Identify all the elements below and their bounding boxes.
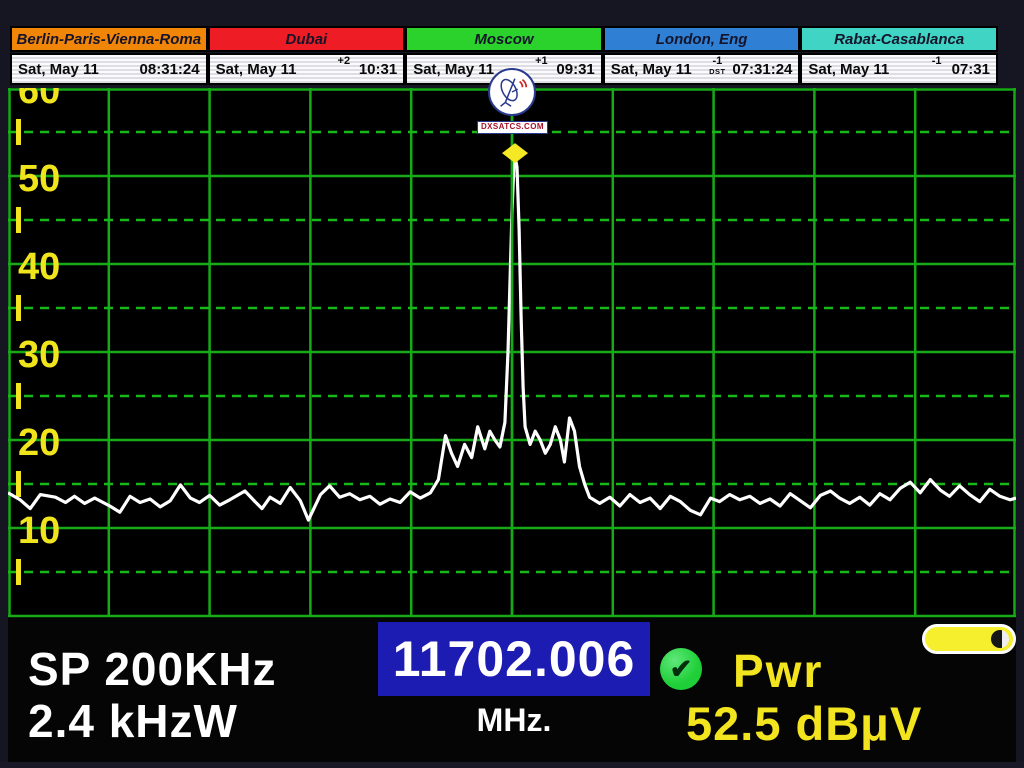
- clock-city-name: Moscow: [405, 26, 603, 52]
- clock-date: Sat, May 11: [216, 61, 331, 78]
- receiver-screen: Berlin-Paris-Vienna-Roma Sat, May 11 08:…: [0, 0, 1024, 768]
- clock-date: Sat, May 11: [18, 61, 112, 78]
- power-label: Pwr: [733, 644, 823, 698]
- clock-time-cell: Sat, May 11 -1 DST 07:31:24: [603, 53, 801, 85]
- span-readout: SP 200KHz: [28, 642, 277, 696]
- svg-text:60: 60: [18, 88, 60, 112]
- clock-city-name: Berlin-Paris-Vienna-Roma: [10, 26, 208, 52]
- clock-time: 08:31:24: [140, 61, 200, 78]
- audio-toggle[interactable]: [922, 624, 1016, 654]
- clock-time-cell: Sat, May 11 -1 07:31: [800, 53, 998, 85]
- clock-date: Sat, May 11: [808, 61, 923, 78]
- spectrum-svg: 10 20 30 40 50 60: [8, 88, 1016, 618]
- svg-text:20: 20: [18, 422, 60, 464]
- clock-time-cell: Sat, May 11 +2 10:31: [208, 53, 406, 85]
- bandwidth-readout: 2.4 kHzW: [28, 694, 238, 748]
- clock-column: Berlin-Paris-Vienna-Roma Sat, May 11 08:…: [10, 26, 208, 85]
- clock-city-name: London, Eng: [603, 26, 801, 52]
- frequency-display[interactable]: 11702.006: [378, 622, 650, 696]
- bottom-bezel: [0, 762, 1024, 768]
- clock-time: 09:31: [556, 61, 594, 78]
- svg-text:50: 50: [18, 158, 60, 200]
- clock-time: 07:31: [952, 61, 990, 78]
- spectrum-plot: 10 20 30 40 50 60: [8, 88, 1016, 618]
- svg-text:10: 10: [18, 510, 60, 552]
- logo-text: DXSATCS.COM: [477, 121, 548, 134]
- clock-column: Dubai Sat, May 11 +2 10:31: [208, 26, 406, 85]
- toggle-knob-icon: [991, 630, 1009, 648]
- clock-tz-offset: [112, 55, 138, 57]
- clock-time-cell: Sat, May 11 08:31:24: [10, 53, 208, 85]
- lock-check-icon: ✔: [660, 648, 702, 690]
- clock-tz-offset: -1 DST: [704, 55, 730, 76]
- peak-marker[interactable]: [502, 143, 528, 163]
- svg-text:30: 30: [18, 334, 60, 376]
- clock-time: 10:31: [359, 61, 397, 78]
- clock-tz-offset: +2: [331, 55, 357, 68]
- clock-tz-offset: -1: [924, 55, 950, 68]
- clock-date: Sat, May 11: [611, 61, 705, 78]
- frequency-unit-label: MHz.: [378, 702, 650, 739]
- clock-time: 07:31:24: [732, 61, 792, 78]
- power-value: 52.5 dBμV: [686, 696, 922, 751]
- clock-tz-offset: +1: [528, 55, 554, 68]
- clock-column: London, Eng Sat, May 11 -1 DST 07:31:24: [603, 26, 801, 85]
- clock-city-name: Rabat-Casablanca: [800, 26, 998, 52]
- readout-bar: SP 200KHz 2.4 kHzW 11702.006 MHz. ✔ Pwr …: [8, 618, 1016, 762]
- svg-text:40: 40: [18, 246, 60, 288]
- clock-column: Rabat-Casablanca Sat, May 11 -1 07:31: [800, 26, 998, 85]
- satellite-dish-icon: [488, 68, 536, 116]
- dxsatcs-logo: DXSATCS.COM: [477, 68, 547, 134]
- clock-city-name: Dubai: [208, 26, 406, 52]
